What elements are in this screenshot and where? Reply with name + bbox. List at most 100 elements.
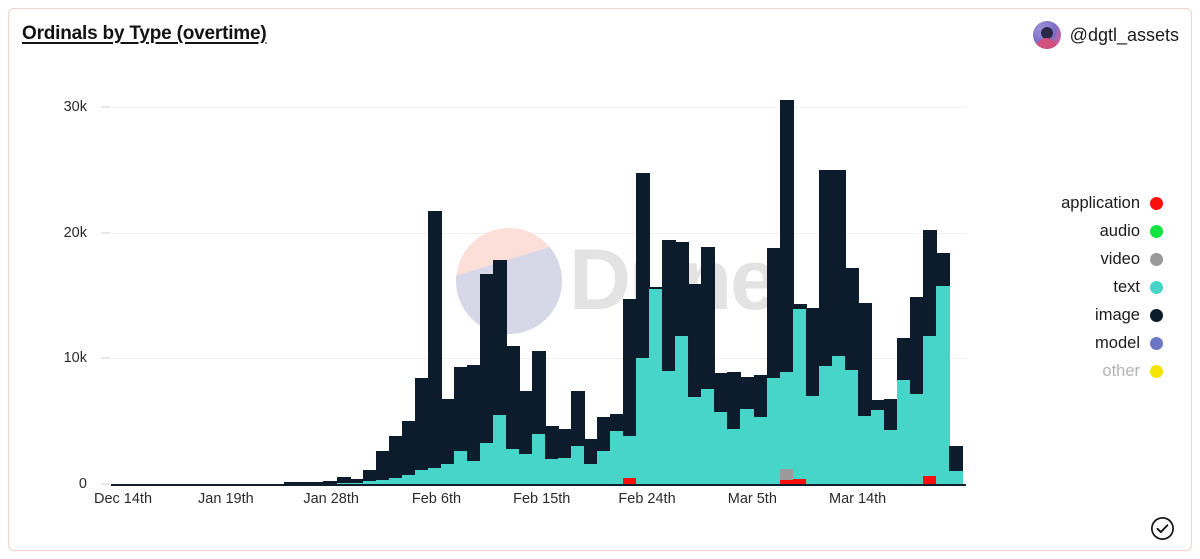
bar-column[interactable]	[466, 9, 481, 484]
bar-segment-text	[909, 393, 924, 484]
bar-column[interactable]	[349, 9, 364, 484]
bar-column[interactable]	[909, 9, 924, 484]
bar-column[interactable]	[610, 9, 625, 484]
bar-column[interactable]	[323, 9, 338, 484]
bar-segment-text	[636, 358, 651, 484]
bar-column[interactable]	[818, 9, 833, 484]
bar-column[interactable]	[714, 9, 729, 484]
bar-column[interactable]	[805, 9, 820, 484]
bar-column[interactable]	[870, 9, 885, 484]
bar-column[interactable]	[518, 9, 533, 484]
bar-column[interactable]	[297, 9, 312, 484]
legend-item-text[interactable]: text	[1061, 276, 1163, 298]
bar-column[interactable]	[362, 9, 377, 484]
legend-item-model[interactable]: model	[1061, 332, 1163, 354]
bar-column[interactable]	[701, 9, 716, 484]
bar-column[interactable]	[831, 9, 846, 484]
bar-column[interactable]	[193, 9, 207, 484]
bar-column[interactable]	[336, 9, 351, 484]
legend-item-image[interactable]: image	[1061, 304, 1163, 326]
bar-column[interactable]	[883, 9, 898, 484]
bar-column[interactable]	[857, 9, 872, 484]
bar-column[interactable]	[584, 9, 599, 484]
bar-segment-image	[766, 247, 781, 379]
bar-column[interactable]	[128, 9, 142, 484]
bar-segment-application	[922, 476, 937, 484]
bar-segment-text	[362, 481, 377, 484]
bar-column[interactable]	[948, 9, 963, 484]
bar-column[interactable]	[740, 9, 755, 484]
bar-segment-text	[779, 372, 794, 469]
bar-column[interactable]	[597, 9, 612, 484]
bar-column[interactable]	[271, 9, 285, 484]
bar-segment-image	[545, 426, 559, 459]
bar-column[interactable]	[766, 9, 781, 484]
bar-column[interactable]	[531, 9, 546, 484]
bar-segment-text	[518, 453, 533, 484]
bar-column[interactable]	[401, 9, 416, 484]
bar-column[interactable]	[284, 9, 299, 484]
bar-column[interactable]	[206, 9, 220, 484]
bar-column[interactable]	[258, 9, 272, 484]
bar-segment-text	[948, 471, 963, 484]
legend-item-video[interactable]: video	[1061, 248, 1163, 270]
bar-column[interactable]	[779, 9, 794, 484]
bar-column[interactable]	[453, 9, 468, 484]
bar-segment-image	[935, 252, 950, 286]
bar-segment-text	[531, 433, 546, 484]
legend-item-application[interactable]: application	[1061, 192, 1163, 214]
bar-segment-text	[479, 442, 494, 484]
legend-color-swatch	[1150, 196, 1163, 210]
bar-column[interactable]	[922, 9, 937, 484]
bar-column[interactable]	[154, 9, 168, 484]
bar-column[interactable]	[115, 9, 129, 484]
bar-column[interactable]	[180, 9, 194, 484]
bar-column[interactable]	[792, 9, 807, 484]
bar-column[interactable]	[141, 9, 155, 484]
legend-item-other[interactable]: other	[1061, 360, 1163, 382]
bar-segment-text	[844, 369, 859, 484]
bar-column[interactable]	[558, 9, 573, 484]
bar-column[interactable]	[844, 9, 859, 484]
bar-column[interactable]	[219, 9, 233, 484]
bar-column[interactable]	[414, 9, 429, 484]
chart-card: Ordinals by Type (overtime) @dgtl_assets…	[8, 8, 1192, 551]
bar-column[interactable]	[623, 9, 638, 484]
bar-column[interactable]	[896, 9, 911, 484]
bar-column[interactable]	[662, 9, 677, 484]
bar-column[interactable]	[479, 9, 494, 484]
check-circle-icon[interactable]	[1150, 516, 1175, 541]
bar-column[interactable]	[375, 9, 390, 484]
bar-column[interactable]	[688, 9, 703, 484]
bar-segment-text	[597, 451, 612, 484]
bar-column[interactable]	[675, 9, 690, 484]
bar-column[interactable]	[636, 9, 651, 484]
bar-column[interactable]	[310, 9, 325, 484]
bar-segment-image	[649, 286, 664, 290]
bar-column[interactable]	[505, 9, 520, 484]
bar-column[interactable]	[649, 9, 664, 484]
bar-segment-image	[688, 284, 703, 398]
bar-column[interactable]	[545, 9, 559, 484]
bar-segment-text	[492, 414, 507, 484]
bar-column[interactable]	[571, 9, 586, 484]
bar-column[interactable]	[935, 9, 950, 484]
bar-column[interactable]	[232, 9, 246, 484]
legend-item-label: other	[1102, 361, 1140, 380]
bar-segment-image	[427, 211, 442, 468]
bar-column[interactable]	[245, 9, 259, 484]
bar-segment-text	[649, 289, 664, 484]
bar-column[interactable]	[388, 9, 403, 484]
bar-segment-text	[440, 463, 455, 484]
bar-column[interactable]	[440, 9, 455, 484]
bar-column[interactable]	[753, 9, 768, 484]
legend-item-audio[interactable]: audio	[1061, 220, 1163, 242]
bar-segment-text	[375, 480, 390, 484]
bar-segment-text	[558, 457, 573, 484]
bar-segment-image	[714, 373, 729, 413]
bar-column[interactable]	[167, 9, 181, 484]
bar-column[interactable]	[427, 9, 442, 484]
bar-column[interactable]	[492, 9, 507, 484]
bar-segment-image	[727, 372, 742, 429]
bar-column[interactable]	[727, 9, 742, 484]
